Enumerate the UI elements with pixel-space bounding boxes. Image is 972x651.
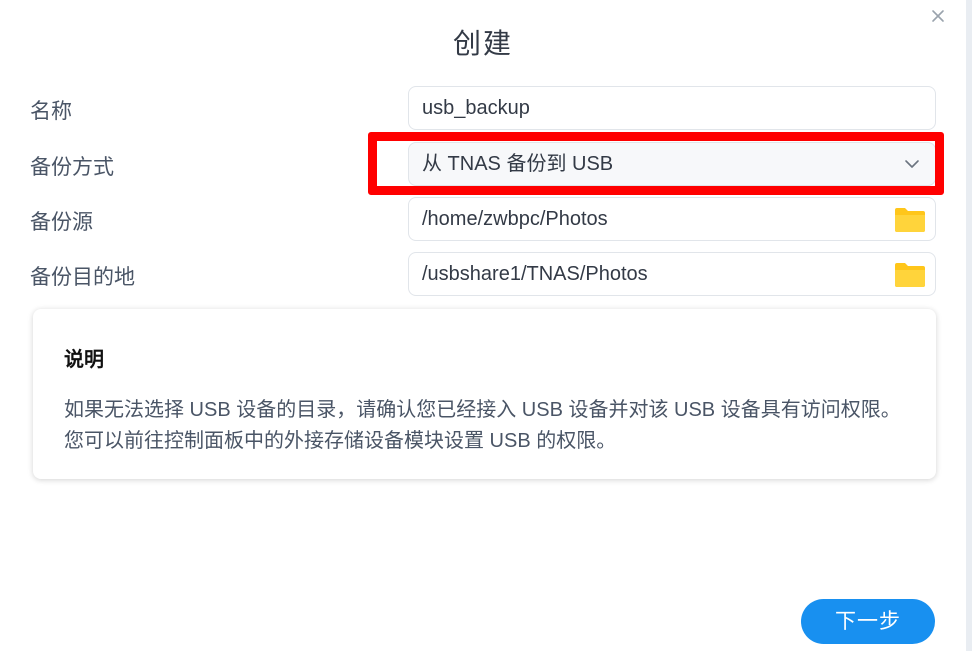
backup-mode-select[interactable]: 从 TNAS 备份到 USB (408, 142, 936, 186)
info-card: 说明 如果无法选择 USB 设备的目录，请确认您已经接入 USB 设备并对该 U… (33, 309, 936, 479)
folder-icon[interactable] (894, 207, 926, 233)
folder-icon[interactable] (894, 262, 926, 288)
name-input[interactable]: usb_backup (408, 86, 936, 130)
create-dialog: 创建 名称 usb_backup 备份方式 从 TNAS 备份到 USB 备份源… (0, 0, 966, 651)
chevron-down-icon (905, 160, 919, 168)
backup-source-value: /home/zwbpc/Photos (422, 208, 608, 230)
backup-destination-value: /usbshare1/TNAS/Photos (422, 263, 648, 285)
info-title: 说明 (64, 349, 104, 371)
next-button[interactable]: 下一步 (801, 599, 935, 644)
dialog-title: 创建 (452, 28, 513, 59)
window-edge (966, 0, 972, 651)
backup-source-label: 备份源 (30, 211, 93, 234)
name-label: 名称 (30, 100, 72, 123)
backup-mode-label: 备份方式 (30, 156, 114, 179)
name-input-value: usb_backup (422, 97, 530, 119)
backup-source-input[interactable]: /home/zwbpc/Photos (408, 197, 936, 241)
backup-destination-label: 备份目的地 (30, 266, 135, 289)
backup-mode-value: 从 TNAS 备份到 USB (422, 153, 614, 175)
backup-destination-input[interactable]: /usbshare1/TNAS/Photos (408, 252, 936, 296)
info-body: 如果无法选择 USB 设备的目录，请确认您已经接入 USB 设备并对该 USB … (64, 399, 901, 452)
